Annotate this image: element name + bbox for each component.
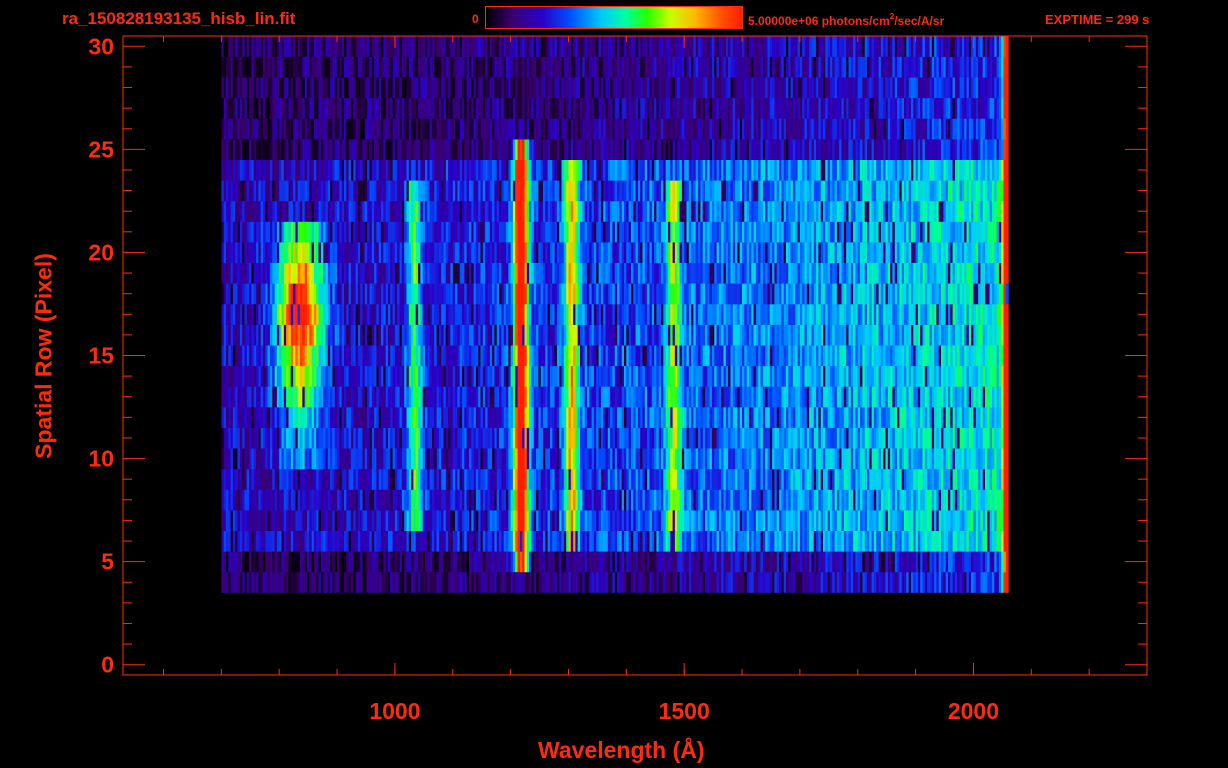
colorbar-max-label: 5.00000e+06 photons/cm2/sec/A/sr xyxy=(748,12,945,28)
file-name-title: ra_150828193135_hisb_lin.fit xyxy=(62,9,296,28)
y-axis-label: Spatial Row (Pixel) xyxy=(30,253,57,459)
heatmap-image xyxy=(221,36,1009,593)
spectral-image-plot: 1000 1500 2000 0 5 10 15 20 25 30 xyxy=(88,33,1148,724)
x-tick-label: 1000 xyxy=(369,698,420,724)
x-tick-label: 1500 xyxy=(659,698,710,724)
y-tick-label: 25 xyxy=(88,136,114,162)
y-tick-label: 15 xyxy=(88,343,114,369)
colorbar xyxy=(485,6,743,29)
x-axis-label: Wavelength (Å) xyxy=(538,737,705,763)
colorbar-min-label: 0 xyxy=(472,12,479,26)
y-tick-label: 10 xyxy=(88,446,114,472)
y-tick-label: 5 xyxy=(101,549,114,575)
y-tick-label: 20 xyxy=(88,239,114,265)
y-tick-label: 0 xyxy=(101,652,114,678)
x-tick-label: 2000 xyxy=(948,698,999,724)
exposure-time-label: EXPTIME = 299 s xyxy=(1045,12,1150,27)
y-tick-label: 30 xyxy=(88,33,114,59)
